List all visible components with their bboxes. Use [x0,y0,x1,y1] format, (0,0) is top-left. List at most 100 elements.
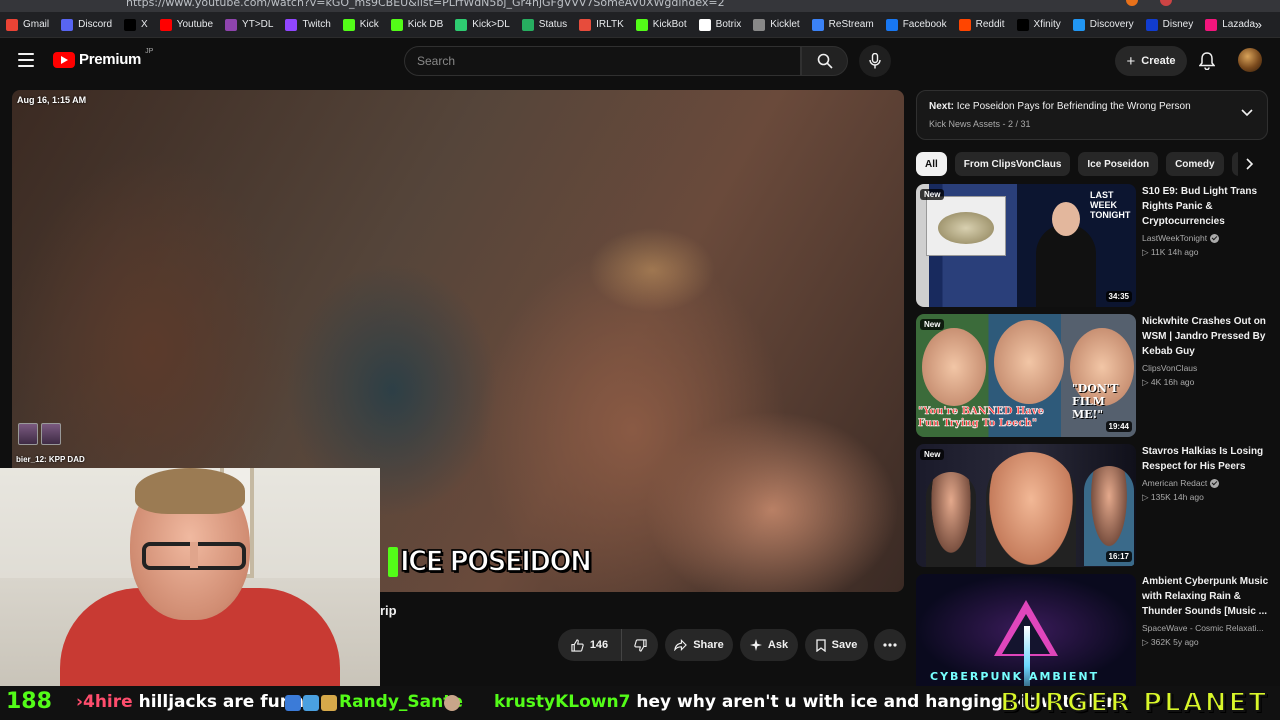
view-stats: 362K 5y ago [1150,637,1199,647]
youtube-logo[interactable]: Premium JP [53,48,153,68]
video-timestamp: Aug 16, 1:15 AM [17,95,87,105]
bookmark-label: Kick [359,19,379,30]
video-thumbnail[interactable]: CYBERPUNK AMBIENT [916,574,1136,686]
bookmark-item[interactable]: Kick [342,18,379,31]
view-stats: 135K 14h ago [1150,492,1204,502]
bookmark-label: Botrix [715,19,742,30]
recommended-video[interactable]: LAST WEEK TONIGHT New 34:35 S10 E9: Bud … [916,184,1270,307]
channel-name[interactable]: SpaceWave - Cosmic Relaxati... [1142,623,1264,633]
menu-icon[interactable] [18,53,34,67]
create-button[interactable]: + Create [1115,46,1187,76]
channel-name[interactable]: LastWeekTonight [1142,233,1207,243]
bookmark-item[interactable]: Reddit [958,18,1005,31]
bookmark-item[interactable]: Kick DB [390,18,443,31]
bookmark-label: ReStream [828,19,874,30]
url-text[interactable]: https://www.youtube.com/watch?v=kGO_ms9C… [126,0,725,9]
channel-name-row: American Redact [1142,478,1270,488]
like-button[interactable]: 146 [558,629,622,661]
address-bar[interactable]: https://www.youtube.com/watch?v=kGO_ms9C… [0,0,1280,12]
caption-text: ICE POSEIDON [399,545,592,580]
bookmark-item[interactable]: KickBot [635,18,687,31]
emote-icon [444,695,460,711]
notifications-button[interactable] [1196,50,1218,72]
extension-icon[interactable] [1160,0,1172,6]
streamer-hair [135,468,245,514]
voice-search-button[interactable] [859,45,891,77]
save-label: Save [831,639,858,651]
bookmark-item[interactable]: Facebook [885,18,947,31]
recommended-video[interactable]: CYBERPUNK AMBIENT Ambient Cyberpunk Musi… [916,574,1268,686]
bookmark-item[interactable]: IRLTK [579,18,624,31]
bookmark-item[interactable]: Kick>DL [455,18,510,31]
bookmark-item[interactable]: Kicklet [753,18,800,31]
chat-message: ›4hire hilljacks are funny [76,692,315,712]
chat-username: krustyKLown7 [494,692,631,712]
filter-chip[interactable]: All [916,152,947,176]
dislike-button[interactable] [622,629,658,661]
bookmark-label: Twitch [302,19,331,30]
filter-chip[interactable]: Ice Poseidon [1078,152,1159,176]
video-title[interactable]: S10 E9: Bud Light Trans Rights Panic & C… [1142,184,1270,229]
video-thumbnail[interactable]: LAST WEEK TONIGHT New 34:35 [916,184,1136,307]
bookmark-item[interactable]: Youtube [159,18,213,31]
play-icon: ▷ [1142,377,1151,387]
video-title[interactable]: Ambient Cyberpunk Music with Relaxing Ra… [1142,574,1270,619]
bookmark-item[interactable]: Gmail [6,18,49,31]
reddit-icon [958,18,971,31]
plus-icon: + [1126,52,1136,70]
bookmark-item[interactable]: Lazada [1205,18,1255,31]
video-duration: 34:35 [1105,291,1132,302]
more-actions-button[interactable] [874,629,906,661]
bookmark-item[interactable]: YT>DL [225,18,273,31]
thumbnail-graphic [994,320,1064,404]
logo-wordmark: Premium [79,51,142,68]
bookmark-item[interactable]: ReStream [811,18,874,31]
ytdl-icon [225,18,238,31]
channel-name[interactable]: American Redact [1142,478,1207,488]
discord-icon [61,18,74,31]
recommended-video[interactable]: "You're BANNED Have Fun Trying To Leech"… [916,314,1270,437]
view-stats: 11K 14h ago [1150,247,1199,257]
video-thumbnail[interactable]: New 16:17 [916,444,1136,567]
thumbs-down-icon [633,638,647,652]
bookmark-item[interactable]: Twitch [285,18,331,31]
bookmark-item[interactable]: Discovery [1072,18,1134,31]
account-avatar[interactable] [1238,48,1262,72]
bookmark-item[interactable]: Discord [61,18,112,31]
thumbnail-text: LAST WEEK TONIGHT [1090,190,1131,220]
bookmarks-overflow-button[interactable]: » [1255,17,1262,32]
bookmark-item[interactable]: Status [521,18,568,31]
share-icon [674,639,688,651]
chevron-down-icon[interactable] [1241,109,1253,117]
ask-button[interactable]: Ask [740,629,798,661]
filter-chip[interactable]: From ClipsVonClaus [954,152,1071,176]
bookmark-item[interactable]: Disney [1145,18,1193,31]
share-button[interactable]: Share [665,629,733,661]
restream-icon [811,18,824,31]
channel-name[interactable]: ClipsVonClaus [1142,363,1197,373]
search-input[interactable]: Search [404,46,801,76]
facebook-icon [885,18,898,31]
chips-scroll-button[interactable] [1238,152,1262,176]
viewer-count: 188 [6,689,52,714]
bookmarks-bar: Gmail Discord X Youtube YT>DL Twitch Kick Kick … [0,12,1280,38]
bookmark-label: Status [538,19,568,30]
chat-emotes [285,695,337,711]
save-button[interactable]: Save [805,629,868,661]
chat-username: ›4hire [76,692,133,712]
verified-icon [1210,233,1220,243]
video-title[interactable]: Stavros Halkias Is Losing Respect for Hi… [1142,444,1270,474]
bookmark-item[interactable]: Botrix [698,18,742,31]
thumbnail-graphic [922,328,986,406]
search-button[interactable] [801,46,848,76]
thumbnail-graphic [1036,202,1096,307]
kickdl-icon [455,18,468,31]
filter-chip[interactable]: Comedy [1166,152,1224,176]
video-title[interactable]: Nickwhite Crashes Out on WSM | Jandro Pr… [1142,314,1270,359]
recommended-video[interactable]: New 16:17 Stavros Halkias Is Losing Resp… [916,444,1270,567]
video-thumbnail[interactable]: "You're BANNED Have Fun Trying To Leech"… [916,314,1136,437]
playlist-next-panel[interactable]: Next: Ice Poseidon Pays for Befriending … [916,90,1268,140]
bookmark-item[interactable]: X [124,18,148,31]
extension-icon[interactable] [1126,0,1138,6]
bookmark-item[interactable]: Xfinity [1016,18,1061,31]
